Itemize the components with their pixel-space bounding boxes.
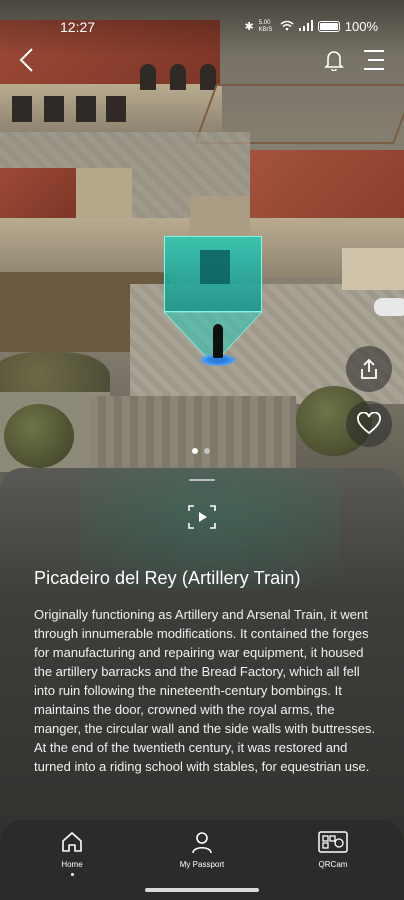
nav-label-home: Home: [61, 860, 83, 869]
carousel-indicator: [192, 448, 210, 454]
right-outbuilding: [342, 248, 404, 290]
nav-label-passport: My Passport: [179, 860, 225, 869]
tree-left: [4, 404, 74, 468]
bell-icon: [324, 51, 344, 71]
nav-item-passport[interactable]: My Passport: [157, 830, 247, 869]
carousel-dot[interactable]: [204, 448, 210, 454]
heart-icon: [357, 412, 381, 435]
nav-item-home[interactable]: Home: [27, 830, 117, 876]
share-icon: [361, 358, 377, 379]
chapel: [190, 196, 250, 236]
nav-label-qrcam: QRCam: [318, 860, 348, 869]
hamburger-menu-icon: [364, 50, 384, 70]
wifi-icon: [280, 19, 294, 34]
lower-roof: [90, 396, 296, 476]
share-button[interactable]: [346, 346, 392, 392]
right-roof: [250, 150, 404, 222]
back-button[interactable]: [10, 44, 42, 76]
status-icons: ✱ 5.00 KB/S 100%: [245, 19, 378, 34]
parked-car: [374, 298, 404, 316]
status-time: 12:27: [60, 19, 96, 35]
play-video-icon[interactable]: [188, 505, 216, 529]
signal-icon: [298, 19, 313, 34]
left-roof: [0, 168, 80, 218]
ar-portal-window[interactable]: [164, 236, 262, 312]
gesture-home-indicator[interactable]: [145, 888, 259, 892]
place-description: Originally functioning as Artillery and …: [34, 607, 376, 774]
notifications-button[interactable]: [318, 44, 350, 76]
network-speed: 5.00 KB/S: [258, 19, 273, 33]
person-silhouette: [213, 324, 223, 358]
left-annex: [76, 168, 132, 218]
nav-active-dot: [70, 873, 74, 876]
battery-percent: 100%: [344, 19, 378, 34]
chevron-left-icon: [19, 48, 33, 72]
qr-camera-icon: [318, 831, 348, 853]
home-icon: [62, 832, 82, 852]
favorite-button[interactable]: [346, 401, 392, 447]
carousel-dot-active[interactable]: [192, 448, 198, 454]
person-icon: [192, 832, 212, 854]
sheet-drag-handle[interactable]: [189, 479, 215, 481]
menu-button[interactable]: [358, 44, 390, 76]
battery-icon: [317, 21, 340, 32]
place-title: Picadeiro del Rey (Artillery Train): [34, 568, 301, 588]
ar-portal-inner: [200, 250, 230, 284]
bluetooth-icon: ✱: [244, 21, 254, 33]
nav-item-qrcam[interactable]: QRCam: [288, 830, 378, 869]
